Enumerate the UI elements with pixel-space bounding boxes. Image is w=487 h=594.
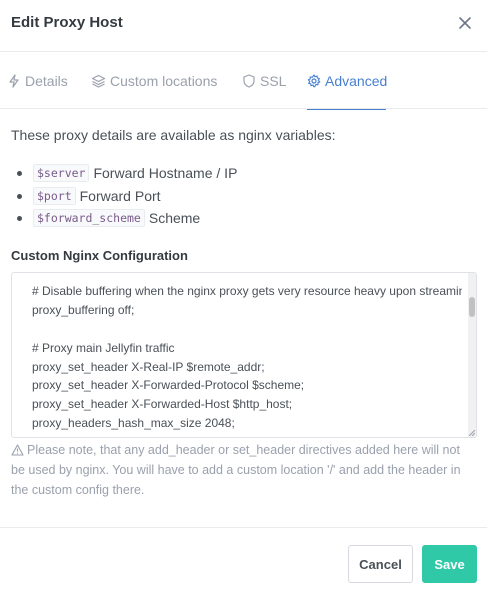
variable-code: $port <box>33 186 76 205</box>
tab-details-label: Details <box>25 73 68 89</box>
resize-grip-icon[interactable] <box>469 430 475 436</box>
config-line: proxy_buffering off; <box>32 302 135 317</box>
variable-code: $server <box>33 164 90 183</box>
tab-custom-locations[interactable]: Custom locations <box>91 53 217 109</box>
modal-footer: Cancel Save <box>0 527 487 594</box>
config-line: proxy_set_header X-Forwarded-Protocol $s… <box>32 378 305 393</box>
close-icon[interactable] <box>456 14 474 32</box>
list-item: $port Forward Port <box>16 185 237 208</box>
config-line: # Proxy main Jellyfin traffic <box>32 340 175 355</box>
textarea-scrollbar[interactable] <box>468 273 476 437</box>
tab-bar: Details Custom locations SSL Advanced <box>0 53 487 110</box>
variables-intro: These proxy details are available as ngi… <box>11 127 336 143</box>
layers-icon <box>91 74 106 88</box>
config-line <box>32 320 462 339</box>
header-directive-note: Please note, that any add_header or set_… <box>11 440 471 500</box>
tab-advanced-label: Advanced <box>325 73 388 89</box>
cancel-button[interactable]: Cancel <box>348 545 413 583</box>
variable-description: Scheme <box>148 210 201 227</box>
nginx-config-textarea[interactable]: # Disable buffering when the nginx proxy… <box>11 272 477 438</box>
tab-custom-locations-label: Custom locations <box>110 73 218 89</box>
modal-header: Edit Proxy Host <box>0 0 487 52</box>
tab-ssl[interactable]: SSL <box>242 53 286 109</box>
scrollbar-thumb[interactable] <box>469 297 475 317</box>
config-line: # Disable buffering when the nginx proxy… <box>32 284 462 298</box>
config-line: proxy_set_header X-Real-IP $remote_addr; <box>32 359 265 374</box>
list-item: $server Forward Hostname / IP <box>16 162 238 185</box>
config-text: # Disable buffering when the nginx proxy… <box>32 282 462 433</box>
save-button[interactable]: Save <box>422 545 477 583</box>
variable-description: Forward Hostname / IP <box>93 165 238 182</box>
tab-details[interactable]: Details <box>7 53 68 109</box>
variable-description: Forward Port <box>79 187 161 204</box>
note-text: Please note, that any add_header or set_… <box>11 443 461 497</box>
gear-icon <box>307 74 321 88</box>
edit-proxy-host-modal: Edit Proxy Host Details Custom locations… <box>0 0 487 594</box>
list-item: $forward_scheme Scheme <box>16 207 237 230</box>
warning-icon <box>11 444 24 456</box>
variables-list: $server Forward Hostname / IP $port Forw… <box>16 162 238 230</box>
tab-ssl-label: SSL <box>260 73 287 89</box>
variable-code: $forward_scheme <box>33 209 145 228</box>
config-line: proxy_set_header X-Forwarded-Host $http_… <box>32 397 293 412</box>
modal-title: Edit Proxy Host <box>11 14 123 31</box>
tab-advanced[interactable]: Advanced <box>307 53 388 110</box>
shield-icon <box>243 74 255 88</box>
bolt-icon <box>9 74 19 88</box>
config-line: proxy_headers_hash_max_size 2048; <box>32 416 235 431</box>
config-label: Custom Nginx Configuration <box>11 248 188 263</box>
